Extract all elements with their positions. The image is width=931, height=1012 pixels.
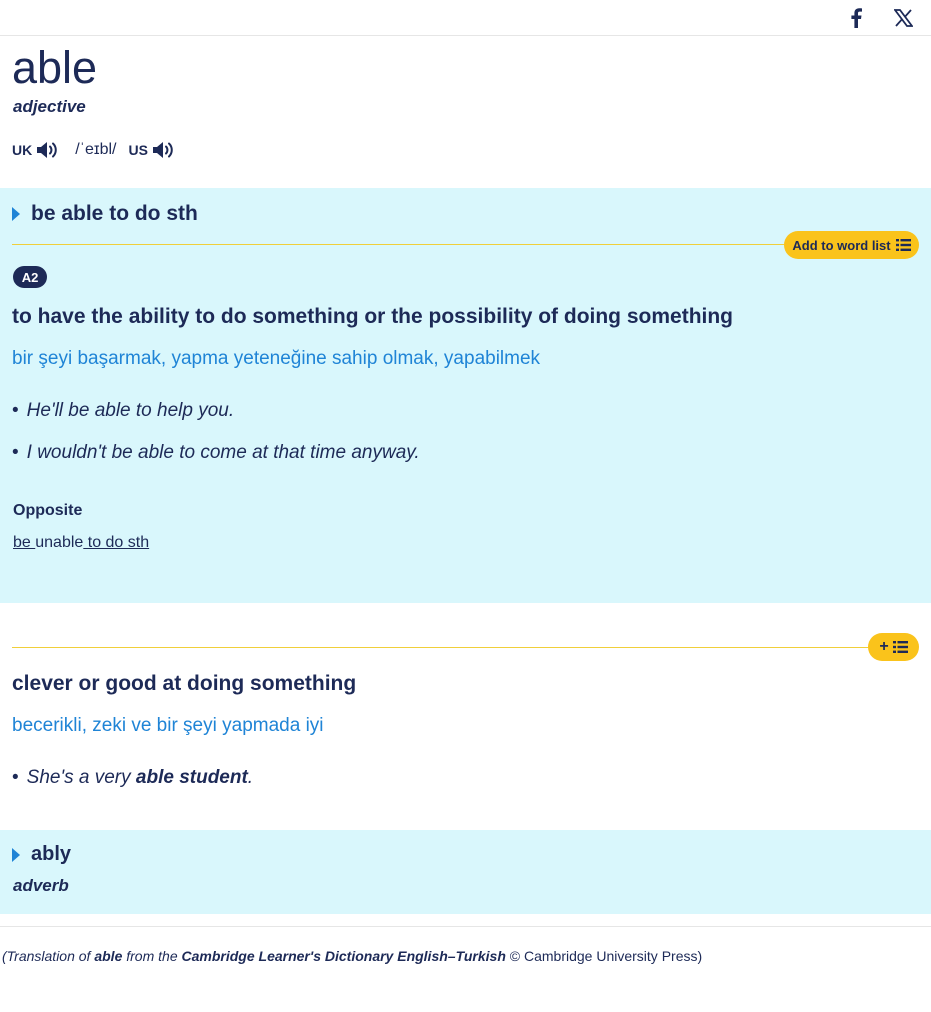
ipa-transcription: /ˈeɪbl/ [75,141,117,158]
derived-part-of-speech: adverb [13,876,69,895]
translation-text: becerikli, zeki ve bir şeyi yapmada iyi [12,715,324,736]
list-icon [892,641,908,653]
speaker-icon [37,142,58,158]
x-share-button[interactable] [892,6,914,30]
derived-word-heading[interactable]: ably [12,843,71,866]
headword: able [12,42,98,93]
plus-icon: + [879,638,889,655]
list-icon [895,239,911,251]
definition-text: to have the ability to do something or t… [12,305,734,328]
cefr-level-badge: A2 [13,266,47,288]
uk-audio-button[interactable] [35,139,59,161]
uk-label: UK [12,142,33,158]
example-highlight: able student [135,767,248,788]
phrase-heading[interactable]: be able to do sth [12,202,198,226]
add-to-word-list-label: Add to word list [792,237,891,253]
example-sentence: • I wouldn't be able to come at that time… [12,442,420,463]
derived-word-panel [0,830,931,914]
opposite-label: Opposite [13,502,83,519]
example-sentence: • She's a very able student. [12,767,254,788]
phrase-text: be able to do sth [31,202,198,225]
add-to-word-list-button[interactable]: Add to word list [784,231,919,259]
translation-text: bir şeyi başarmak, yapma yeteneğine sahi… [12,348,541,369]
example-sentence: • He'll be able to help you. [12,400,235,421]
share-bar [0,0,931,36]
footer-divider [0,926,931,927]
translation-credit: (Translation of able from the Cambridge … [2,948,703,964]
example-text: I wouldn't be able to come at that time … [26,442,420,463]
derived-word: ably [31,843,72,865]
speaker-icon [152,142,173,158]
pronunciation-row: UK /ˈeɪbl/ US [12,137,175,163]
part-of-speech: adjective [13,97,86,116]
facebook-icon [851,8,862,28]
expand-caret-icon [12,207,20,221]
add-to-word-list-button[interactable]: + [868,633,919,661]
x-icon [893,9,913,27]
definition-text: clever or good at doing something [12,672,357,695]
example-text: He'll be able to help you. [26,400,235,421]
facebook-share-button[interactable] [846,6,866,30]
expand-caret-icon [12,847,20,862]
sense-divider [12,244,792,245]
us-audio-button[interactable] [151,139,175,161]
us-label: US [128,142,148,158]
sense-divider [12,647,872,648]
dictionary-name: Cambridge Learner's Dictionary English–T… [181,948,506,964]
opposite-link[interactable]: be unable to do sth [13,534,149,552]
